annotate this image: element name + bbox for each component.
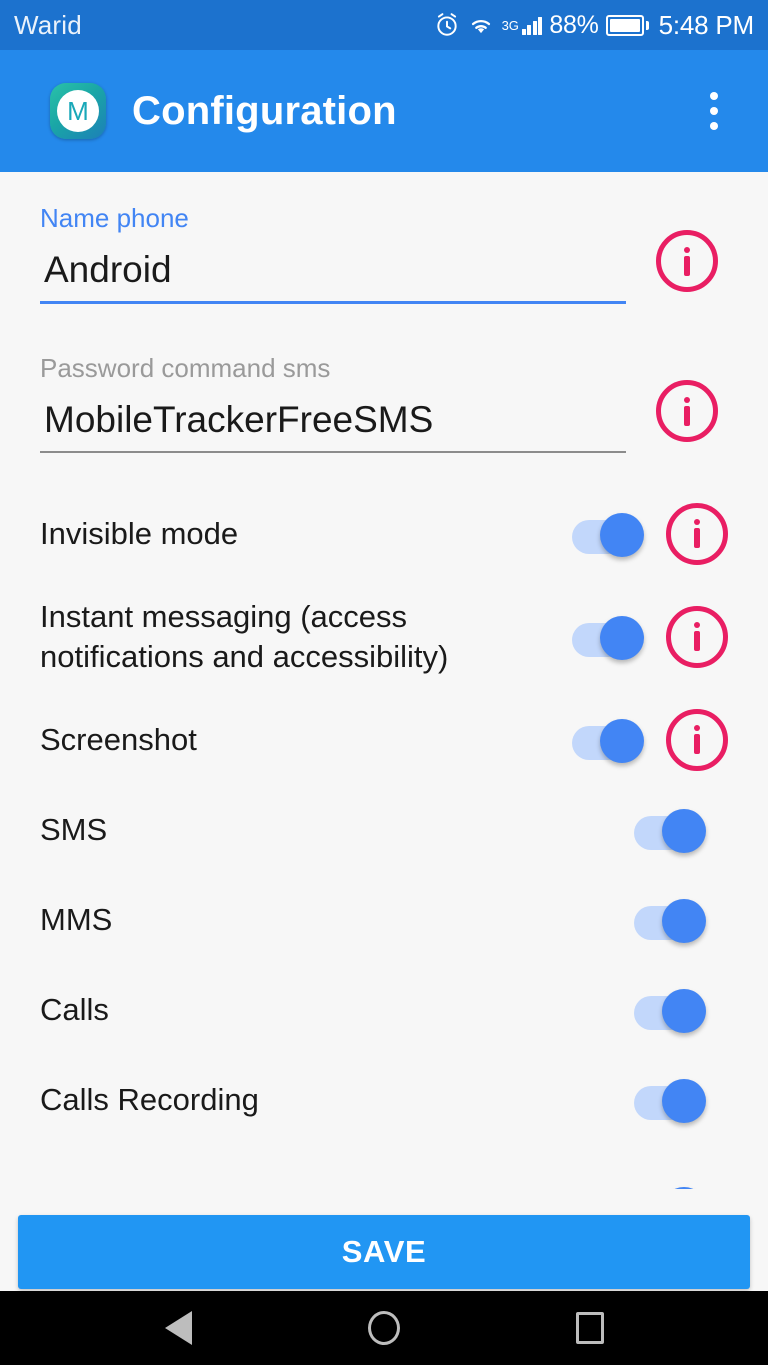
setting-label: Screenshot [40,721,197,757]
setting-row-partial-clipped[interactable] [40,1145,728,1189]
setting-row-mms[interactable]: MMS [40,875,728,965]
overflow-menu-icon[interactable] [686,83,742,139]
name-phone-label: Name phone [40,203,189,233]
setting-controls [572,502,728,565]
info-icon [656,380,718,443]
field-name-phone[interactable]: Name phone Android [40,172,728,305]
app-bar: M Configuration [0,50,768,172]
info-icon [666,708,728,771]
toggle-calls[interactable] [634,987,706,1033]
alarm-icon [434,12,460,38]
toggle-instant-messaging[interactable] [572,614,644,660]
phone-screen: Warid 3G 88% 5:48 PM M Configuration Nam… [0,0,768,1365]
recents-icon [576,1312,604,1344]
page-title: Configuration [132,88,397,133]
name-phone-info-button[interactable] [656,230,718,292]
setting-row-screenshot[interactable]: Screenshot [40,695,728,785]
setting-row-calls[interactable]: Calls [40,965,728,1055]
info-icon [666,605,728,668]
battery-percent-label: 88% [549,10,599,39]
settings-content[interactable]: Name phone Android Password command sms … [0,172,768,1189]
android-nav-bar [0,1291,768,1365]
setting-controls [634,1077,706,1123]
wifi-icon [467,14,495,36]
back-icon [164,1311,192,1345]
setting-label: Invisible mode [40,515,239,551]
password-command-sms-underline [40,451,626,453]
password-command-sms-info-button[interactable] [656,380,718,443]
toggle-invisible-mode[interactable] [572,511,644,557]
signal-icon: 3G [502,15,543,35]
setting-controls [634,807,706,853]
info-icon [666,502,728,565]
nav-recents-button[interactable] [562,1300,618,1356]
toggle-sms[interactable] [634,807,706,853]
nav-back-button[interactable] [150,1300,206,1356]
toggle-screenshot[interactable] [572,717,644,763]
status-bar: Warid 3G 88% 5:48 PM [0,0,768,50]
app-logo-icon: M [50,83,106,139]
setting-label: Calls Recording [40,1081,259,1117]
instant-messaging-info-button[interactable] [666,605,728,668]
setting-row-sms[interactable]: SMS [40,785,728,875]
app-logo-letter: M [57,90,99,132]
status-icons: 3G 88% 5:48 PM [434,10,754,41]
setting-row-invisible-mode[interactable]: Invisible mode [40,489,728,579]
setting-label: Instant messaging (access notifications … [40,599,449,674]
signal-bars [521,15,543,35]
home-icon [368,1311,400,1345]
setting-row-calls-recording[interactable]: Calls Recording [40,1055,728,1145]
setting-controls [572,605,728,668]
setting-label: SMS [40,811,108,847]
toggle-calls-recording[interactable] [634,1077,706,1123]
save-button[interactable]: SAVE [18,1215,750,1289]
setting-controls [634,987,706,1033]
network-type-label: 3G [501,18,519,33]
setting-row-instant-messaging[interactable]: Instant messaging (access notifications … [40,579,728,695]
name-phone-input[interactable]: Android [40,233,728,302]
setting-label: MMS [40,901,113,937]
setting-label: Calls [40,991,109,1027]
password-command-sms-label: Password command sms [40,353,331,384]
toggle-partial-clipped[interactable] [634,1185,706,1189]
info-icon [656,230,718,292]
setting-controls [572,708,728,771]
invisible-mode-info-button[interactable] [666,502,728,565]
nav-home-button[interactable] [356,1300,412,1356]
password-command-sms-input[interactable]: MobileTrackerFreeSMS [40,383,728,452]
clock-label: 5:48 PM [658,9,755,40]
toggle-mms[interactable] [634,897,706,943]
battery-icon [605,14,649,36]
save-button-container: SAVE [0,1215,768,1289]
setting-controls [634,897,706,943]
carrier-label: Warid [14,9,82,40]
field-password-command-sms[interactable]: Password command sms MobileTrackerFreeSM… [40,304,728,453]
screenshot-info-button[interactable] [666,708,728,771]
